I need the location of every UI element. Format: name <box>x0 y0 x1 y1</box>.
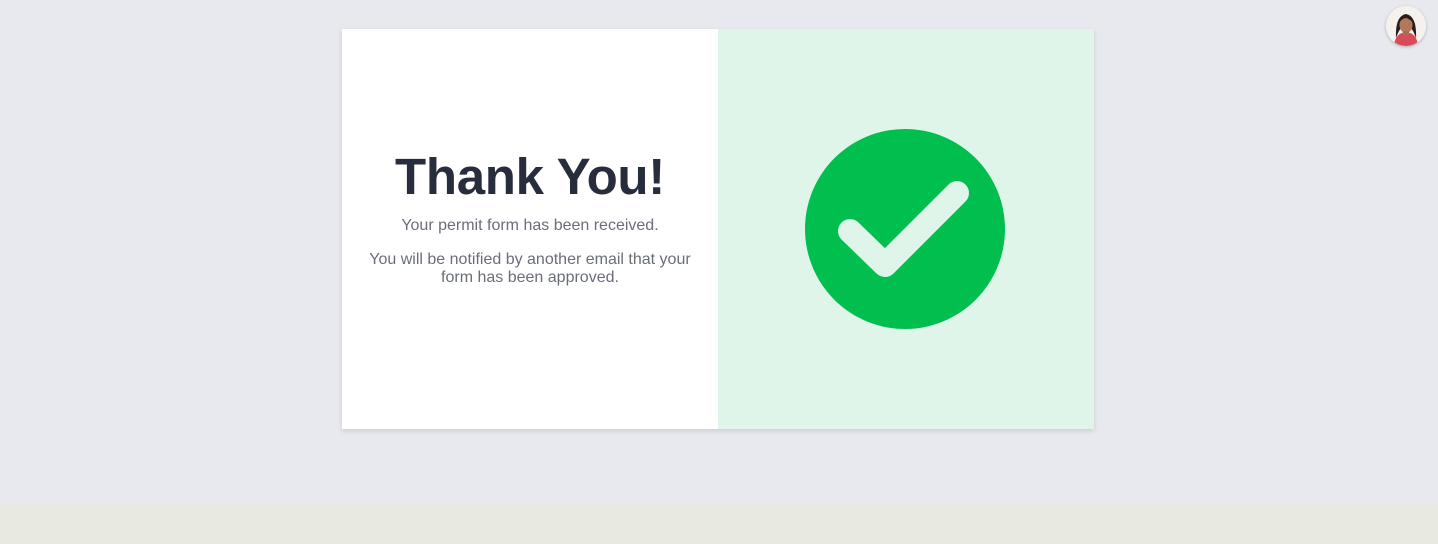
confirmation-text-panel: Thank You! Your permit form has been rec… <box>342 29 718 429</box>
notification-message: You will be notified by another email th… <box>369 251 691 286</box>
user-avatar[interactable] <box>1386 6 1426 46</box>
footer-strip <box>0 503 1438 544</box>
success-icon-panel <box>718 29 1094 429</box>
avatar-image <box>1386 6 1426 46</box>
check-circle-icon <box>805 129 1005 329</box>
confirmation-card: Thank You! Your permit form has been rec… <box>342 29 1094 429</box>
page-title: Thank You! <box>395 148 665 205</box>
received-message: Your permit form has been received. <box>401 217 659 234</box>
